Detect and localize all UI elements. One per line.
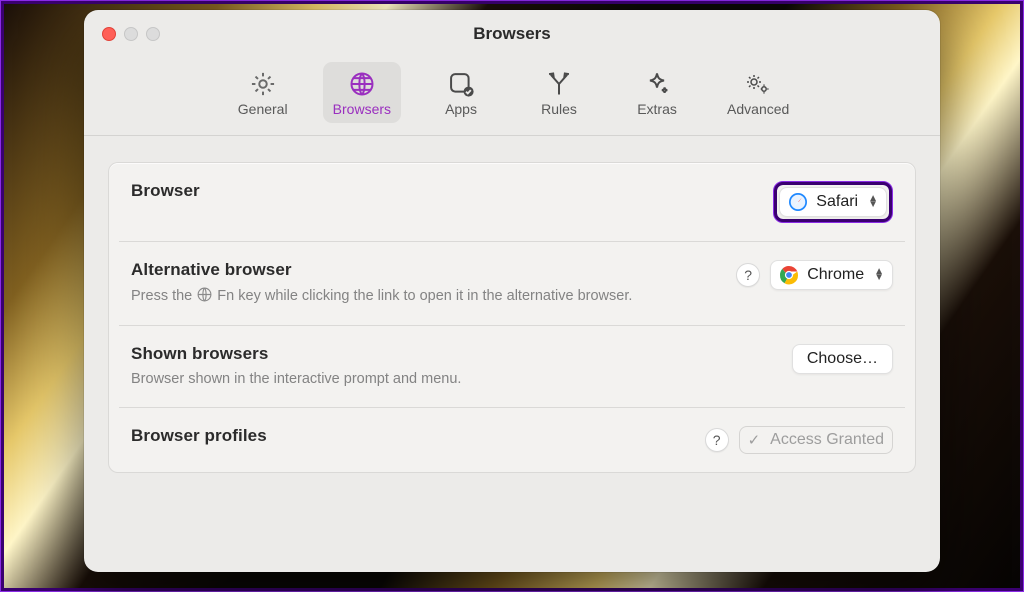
preferences-toolbar: General Browsers Apps [84, 58, 940, 136]
tab-label: Rules [541, 101, 577, 117]
titlebar: Browsers [84, 10, 940, 58]
sparkle-icon [643, 70, 671, 98]
annotation-highlight: Safari ▲▼ [773, 181, 893, 223]
gears-icon [744, 70, 772, 98]
tab-extras[interactable]: Extras [619, 62, 695, 123]
row-browser-profiles: Browser profiles ? ✓ Access Granted [109, 408, 915, 472]
row-alternative-browser: Alternative browser Press the Fn key whi… [109, 242, 915, 325]
zoom-window-button[interactable] [146, 27, 160, 41]
help-browser-profiles[interactable]: ? [705, 428, 729, 452]
row-label: Shown browsers [131, 344, 461, 364]
profiles-access-status: ✓ Access Granted [739, 426, 893, 454]
updown-icon: ▲▼ [874, 269, 884, 281]
help-alternative-browser[interactable]: ? [736, 263, 760, 287]
popup-value: Safari [816, 193, 858, 211]
split-arrows-icon [545, 70, 573, 98]
default-browser-popup[interactable]: Safari ▲▼ [779, 187, 887, 217]
tab-label: General [238, 101, 288, 117]
tab-rules[interactable]: Rules [521, 62, 597, 123]
tab-label: Extras [637, 101, 677, 117]
preferences-window: Browsers General Browsers [84, 10, 940, 572]
updown-icon: ▲▼ [868, 196, 878, 208]
tab-label: Browsers [333, 101, 391, 117]
row-default-browser: Browser [109, 163, 915, 241]
app-badge-icon [447, 70, 475, 98]
tab-label: Advanced [727, 101, 789, 117]
tab-advanced[interactable]: Advanced [717, 62, 799, 123]
tab-apps[interactable]: Apps [423, 62, 499, 123]
status-text: Access Granted [770, 431, 884, 449]
alternative-browser-popup[interactable]: Chrome ▲▼ [770, 260, 893, 290]
window-title: Browsers [84, 24, 940, 44]
gear-icon [249, 70, 277, 98]
check-icon: ✓ [748, 431, 761, 449]
close-window-button[interactable] [102, 27, 116, 41]
row-label: Browser profiles [131, 426, 267, 446]
globe-icon [196, 286, 213, 303]
safari-icon [788, 192, 808, 212]
globe-icon [348, 70, 376, 98]
row-hint: Browser shown in the interactive prompt … [131, 370, 461, 390]
tab-browsers[interactable]: Browsers [323, 62, 401, 123]
settings-panel: Browser [108, 162, 916, 473]
row-label: Browser [131, 181, 200, 201]
tab-label: Apps [445, 101, 477, 117]
minimize-window-button[interactable] [124, 27, 138, 41]
popup-value: Chrome [807, 266, 864, 284]
row-label: Alternative browser [131, 260, 632, 280]
row-hint: Press the Fn key while clicking the link… [131, 286, 632, 307]
window-controls [84, 27, 160, 41]
row-shown-browsers: Shown browsers Browser shown in the inte… [109, 326, 915, 408]
chrome-icon [779, 265, 799, 285]
content-area: Browser [84, 136, 940, 473]
choose-shown-browsers-button[interactable]: Choose… [792, 344, 893, 374]
tab-general[interactable]: General [225, 62, 301, 123]
